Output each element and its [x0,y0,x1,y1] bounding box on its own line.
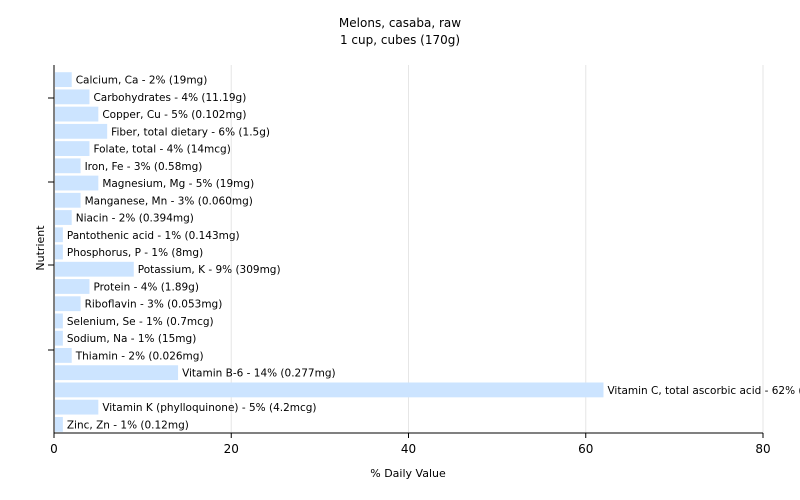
bar-5 [55,158,81,174]
bar-19 [55,399,99,415]
chart-subtitle: 1 cup, cubes (170g) [340,33,460,47]
bar-label-12: Protein - 4% (1.89g) [93,281,199,293]
bar-label-20: Zinc, Zn - 1% (0.12mg) [67,419,189,431]
bar-9 [55,227,63,243]
bar-20 [55,416,63,432]
bar-label-5: Iron, Fe - 3% (0.58mg) [85,161,203,173]
bar-label-19: Vitamin K (phylloquinone) - 5% (4.2mcg) [102,402,316,414]
bar-8 [55,210,72,225]
bar-label-2: Copper, Cu - 5% (0.102mg) [102,109,246,121]
bar-label-18: Vitamin C, total ascorbic acid - 62% (37… [607,385,800,397]
x-tick-label-60: 60 [578,442,593,456]
bar-16 [55,348,72,363]
nutrient-bar-chart: Melons, casaba, raw 1 cup, cubes (170g) … [34,16,800,480]
bar-15 [55,330,63,346]
bar-12 [55,279,90,294]
bar-label-1: Carbohydrates - 4% (11.19g) [93,92,246,104]
bar-0 [55,72,72,88]
bar-18 [55,382,604,398]
bar-label-8: Niacin - 2% (0.394mg) [76,213,194,225]
bar-1 [55,89,90,105]
bar-label-6: Magnesium, Mg - 5% (19mg) [102,178,254,190]
bar-7 [55,192,81,208]
bar-label-0: Calcium, Ca - 2% (19mg) [76,75,208,87]
x-axis-title: % Daily Value [370,467,446,480]
bar-label-11: Potassium, K - 9% (309mg) [138,264,281,276]
bar-4 [55,141,90,156]
axes: 0 20 40 60 80 [48,65,771,456]
y-axis-title: Nutrient [34,225,47,271]
bar-label-16: Thiamin - 2% (0.026mg) [75,350,204,362]
bar-label-4: Folate, total - 4% (14mcg) [93,144,230,156]
x-tick-label-40: 40 [401,442,416,456]
bar-label-17: Vitamin B-6 - 14% (0.277mg) [182,368,336,380]
bar-label-7: Manganese, Mn - 3% (0.060mg) [85,195,253,207]
bar-2 [55,106,99,122]
bar-label-13: Riboflavin - 3% (0.053mg) [85,299,223,311]
x-tick-label-20: 20 [224,442,239,456]
bar-6 [55,175,99,191]
bar-11 [55,261,134,277]
bar-label-3: Fiber, total dietary - 6% (1.5g) [111,126,270,138]
bar-label-9: Pantothenic acid - 1% (0.143mg) [67,230,240,242]
x-tick-label-0: 0 [50,442,58,456]
bar-label-10: Phosphorus, P - 1% (8mg) [67,247,203,259]
chart-title: Melons, casaba, raw [339,16,461,30]
bar-10 [55,244,63,260]
x-tick-label-80: 80 [755,442,770,456]
bar-label-14: Selenium, Se - 1% (0.7mcg) [67,316,214,328]
bar-14 [55,313,63,329]
bar-13 [55,296,81,312]
bar-label-15: Sodium, Na - 1% (15mg) [67,333,196,345]
bar-3 [55,123,108,139]
bars: Calcium, Ca - 2% (19mg) Carbohydrates - 4… [55,72,800,432]
bar-17 [55,365,179,381]
